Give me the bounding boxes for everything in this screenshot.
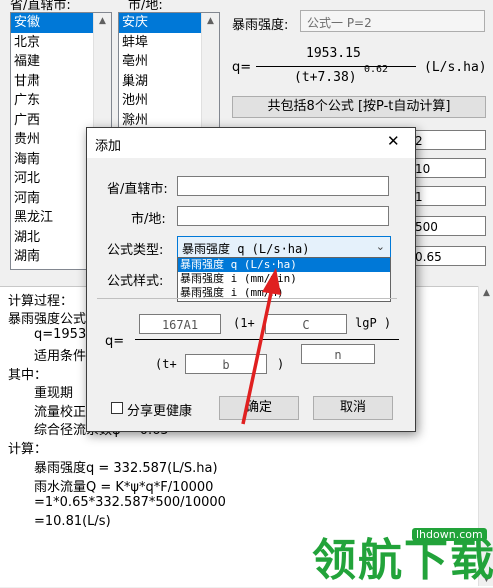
annotation-arrow-icon bbox=[241, 268, 281, 425]
